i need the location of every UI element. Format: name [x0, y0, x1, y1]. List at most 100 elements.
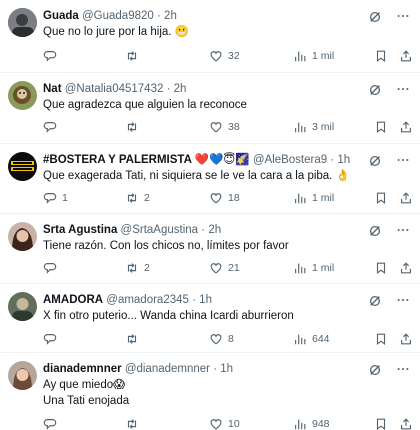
like-button[interactable]: 18: [209, 190, 240, 206]
retweet-button[interactable]: [125, 119, 144, 135]
more-icon[interactable]: [396, 223, 410, 237]
reply-icon: [43, 334, 57, 345]
views-button[interactable]: 948: [293, 416, 330, 430]
views-button[interactable]: 1 mil: [293, 260, 334, 276]
action-bar: 32 1 mil: [43, 48, 413, 64]
post-header: Nat @Natalia04517432 · 2h: [43, 81, 186, 97]
display-name[interactable]: #BOSTERA Y PALERMISTA ❤️💙😇🌠: [43, 154, 250, 166]
more-icon[interactable]: [396, 82, 410, 96]
grok-icon[interactable]: [368, 294, 382, 308]
views-button[interactable]: 1 mil: [293, 48, 334, 64]
reply-button[interactable]: [43, 331, 62, 347]
reply-icon: [43, 122, 57, 133]
post-text: Que exagerada Tati, ni siquiera se le ve…: [43, 170, 350, 182]
grok-icon[interactable]: [368, 154, 382, 168]
views-button[interactable]: 644: [293, 331, 330, 347]
grok-icon[interactable]: [368, 83, 382, 97]
bookmark-button[interactable]: [374, 416, 388, 430]
more-icon[interactable]: [396, 362, 410, 376]
timestamp[interactable]: 2h: [208, 224, 221, 236]
display-name[interactable]: Srta Agustina: [43, 224, 117, 236]
avatar[interactable]: [8, 292, 37, 321]
display-name[interactable]: dianademnner: [43, 363, 122, 375]
post-nat[interactable]: Nat @Natalia04517432 · 2h Que agradezca …: [0, 73, 420, 144]
retweet-button[interactable]: [125, 416, 144, 430]
views-icon: [295, 122, 306, 133]
share-button[interactable]: [399, 48, 413, 64]
like-button[interactable]: 32: [209, 48, 240, 64]
like-button[interactable]: 10: [209, 416, 240, 430]
post-dianademnner[interactable]: dianademnner @dianademnner · 1h Ay que m…: [0, 353, 420, 430]
like-count: 10: [228, 418, 240, 430]
reply-button[interactable]: [43, 119, 62, 135]
avatar[interactable]: [8, 152, 37, 181]
like-button[interactable]: 8: [209, 331, 234, 347]
views-button[interactable]: 3 mil: [293, 119, 334, 135]
timestamp[interactable]: 1h: [199, 294, 212, 306]
user-handle[interactable]: @SrtaAgustina: [121, 224, 199, 236]
separator: ·: [192, 294, 196, 306]
bookmark-button[interactable]: [374, 119, 388, 135]
user-handle[interactable]: @AleBostera9: [253, 154, 327, 166]
reply-button[interactable]: [43, 260, 62, 276]
grok-icon[interactable]: [368, 363, 382, 377]
share-button[interactable]: [399, 260, 413, 276]
retweet-button[interactable]: 2: [125, 190, 150, 206]
like-button[interactable]: 38: [209, 119, 240, 135]
like-icon: [210, 122, 222, 133]
more-icon[interactable]: [396, 9, 410, 23]
share-button[interactable]: [399, 190, 413, 206]
display-name[interactable]: Nat: [43, 83, 62, 95]
more-icon[interactable]: [396, 153, 410, 167]
avatar[interactable]: [8, 222, 37, 251]
timestamp[interactable]: 2h: [174, 83, 187, 95]
views-button[interactable]: 1 mil: [293, 190, 334, 206]
timestamp[interactable]: 2h: [164, 10, 177, 22]
user-handle[interactable]: @dianademnner: [125, 363, 210, 375]
reply-button[interactable]: 1: [43, 190, 68, 206]
post-alebostera[interactable]: #BOSTERA Y PALERMISTA ❤️💙😇🌠 @AleBostera9…: [0, 144, 420, 214]
action-bar: 2 21 1 mil: [43, 260, 413, 276]
retweet-button[interactable]: [125, 48, 144, 64]
view-count: 1 mil: [312, 262, 335, 274]
user-handle[interactable]: @Guada9820: [82, 10, 154, 22]
retweet-button[interactable]: [125, 331, 144, 347]
reply-button[interactable]: [43, 48, 62, 64]
share-button[interactable]: [399, 119, 413, 135]
user-handle[interactable]: @amadora2345: [106, 294, 189, 306]
view-count: 948: [312, 418, 330, 430]
post-header: dianademnner @dianademnner · 1h: [43, 361, 233, 377]
post-guada[interactable]: Guada @Guada9820 · 2h Que no lo jure por…: [0, 0, 420, 73]
action-bar: 8 644: [43, 331, 413, 347]
bookmark-button[interactable]: [374, 190, 388, 206]
avatar[interactable]: [8, 361, 37, 390]
post-text: X fin otro puterio... Wanda china Icardi…: [43, 310, 294, 322]
share-button[interactable]: [399, 331, 413, 347]
grok-icon[interactable]: [368, 224, 382, 238]
views-icon: [295, 334, 306, 345]
reply-icon: [43, 193, 57, 204]
avatar[interactable]: [8, 8, 37, 37]
bookmark-button[interactable]: [374, 48, 388, 64]
display-name[interactable]: Guada: [43, 10, 79, 22]
like-count: 18: [228, 192, 240, 204]
separator: ·: [157, 10, 161, 22]
views-icon: [295, 193, 306, 204]
grok-icon[interactable]: [368, 10, 382, 24]
bookmark-button[interactable]: [374, 260, 388, 276]
timestamp[interactable]: 1h: [220, 363, 233, 375]
share-icon: [401, 121, 411, 133]
share-icon: [401, 418, 411, 430]
like-button[interactable]: 21: [209, 260, 240, 276]
share-button[interactable]: [399, 416, 413, 430]
avatar[interactable]: [8, 81, 37, 110]
post-amadora[interactable]: AMADORA @amadora2345 · 1h X fin otro put…: [0, 284, 420, 353]
timestamp[interactable]: 1h: [337, 154, 350, 166]
display-name[interactable]: AMADORA: [43, 294, 103, 306]
retweet-button[interactable]: 2: [125, 260, 150, 276]
more-icon[interactable]: [396, 293, 410, 307]
bookmark-button[interactable]: [374, 331, 388, 347]
user-handle[interactable]: @Natalia04517432: [65, 83, 164, 95]
reply-button[interactable]: [43, 416, 62, 430]
post-srtaagustina[interactable]: Srta Agustina @SrtaAgustina · 2h Tiene r…: [0, 214, 420, 284]
